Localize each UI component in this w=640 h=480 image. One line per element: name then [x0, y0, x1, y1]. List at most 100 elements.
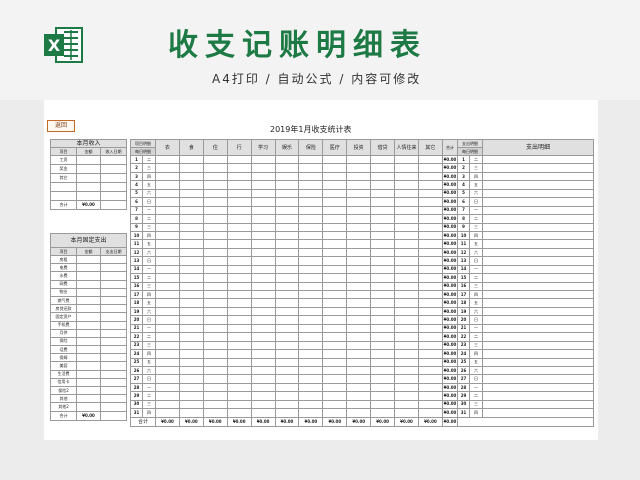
fixed-date-cell[interactable]: [99, 254, 128, 265]
fixed-amount-cell[interactable]: [76, 377, 101, 388]
expense-input-cell[interactable]: [322, 180, 348, 190]
expense-input-cell[interactable]: [202, 349, 228, 359]
expense-detail-cell[interactable]: [482, 340, 594, 351]
fixed-item-cell[interactable]: 房租: [50, 254, 77, 265]
expense-input-cell[interactable]: [322, 230, 348, 241]
expense-input-cell[interactable]: [202, 332, 228, 342]
expense-input-cell[interactable]: [370, 382, 396, 393]
expense-input-cell[interactable]: [178, 222, 204, 232]
fixed-amount-cell[interactable]: [76, 336, 101, 347]
expense-input-cell[interactable]: [250, 349, 276, 359]
expense-input-cell[interactable]: [346, 408, 372, 418]
expense-input-cell[interactable]: [274, 332, 300, 342]
expense-input-cell[interactable]: [202, 281, 228, 292]
expense-input-cell[interactable]: [178, 382, 204, 393]
fixed-item-cell[interactable]: 保险: [50, 336, 77, 347]
expense-input-cell[interactable]: [346, 315, 372, 325]
expense-input-cell[interactable]: [322, 399, 348, 410]
expense-input-cell[interactable]: [274, 289, 300, 300]
return-button[interactable]: 返回: [47, 120, 75, 132]
expense-input-cell[interactable]: [154, 289, 180, 300]
expense-input-cell[interactable]: [250, 323, 276, 334]
expense-input-cell[interactable]: [250, 163, 276, 173]
expense-input-cell[interactable]: [346, 205, 372, 216]
fixed-amount-cell[interactable]: [76, 369, 101, 379]
expense-input-cell[interactable]: [394, 188, 419, 199]
expense-input-cell[interactable]: [202, 273, 228, 283]
expense-input-cell[interactable]: [394, 154, 419, 165]
expense-input-cell[interactable]: [250, 374, 276, 384]
expense-input-cell[interactable]: [178, 205, 204, 216]
expense-input-cell[interactable]: [250, 239, 276, 249]
expense-input-cell[interactable]: [322, 349, 348, 359]
expense-input-cell[interactable]: [394, 247, 419, 258]
expense-input-cell[interactable]: [417, 315, 443, 325]
fixed-amount-cell[interactable]: [76, 312, 101, 322]
expense-input-cell[interactable]: [394, 332, 419, 342]
expense-input-cell[interactable]: [202, 197, 228, 207]
expense-input-cell[interactable]: [346, 365, 372, 376]
expense-input-cell[interactable]: [226, 399, 252, 410]
expense-input-cell[interactable]: [154, 239, 180, 249]
expense-input-cell[interactable]: [346, 222, 372, 232]
expense-input-cell[interactable]: [274, 382, 300, 393]
income-item-cell[interactable]: 工资: [50, 155, 77, 165]
expense-input-cell[interactable]: [417, 357, 443, 367]
expense-input-cell[interactable]: [154, 256, 180, 266]
expense-input-cell[interactable]: [346, 154, 372, 165]
expense-input-cell[interactable]: [322, 281, 348, 292]
expense-input-cell[interactable]: [202, 399, 228, 410]
expense-input-cell[interactable]: [250, 281, 276, 292]
fixed-date-cell[interactable]: [99, 328, 128, 338]
expense-input-cell[interactable]: [250, 197, 276, 207]
expense-input-cell[interactable]: [370, 163, 396, 173]
expense-input-cell[interactable]: [202, 298, 228, 308]
expense-input-cell[interactable]: [298, 306, 324, 317]
expense-input-cell[interactable]: [346, 281, 372, 292]
expense-input-cell[interactable]: [370, 399, 396, 410]
expense-input-cell[interactable]: [417, 188, 443, 199]
expense-input-cell[interactable]: [322, 222, 348, 232]
expense-detail-cell[interactable]: [482, 247, 594, 258]
fixed-item-cell[interactable]: 电费: [50, 263, 77, 273]
expense-input-cell[interactable]: [417, 171, 443, 182]
expense-input-cell[interactable]: [322, 214, 348, 224]
income-amount-cell[interactable]: [76, 191, 101, 201]
income-item-cell[interactable]: 其它: [50, 173, 77, 183]
expense-input-cell[interactable]: [346, 188, 372, 199]
expense-detail-cell[interactable]: [482, 349, 594, 359]
expense-input-cell[interactable]: [322, 391, 348, 401]
expense-detail-cell[interactable]: [482, 306, 594, 317]
expense-detail-cell[interactable]: [482, 222, 594, 232]
expense-detail-cell[interactable]: [482, 323, 594, 334]
expense-input-cell[interactable]: [417, 306, 443, 317]
expense-input-cell[interactable]: [417, 298, 443, 308]
fixed-item-cell[interactable]: 生活费: [50, 369, 77, 379]
expense-input-cell[interactable]: [298, 214, 324, 224]
expense-input-cell[interactable]: [178, 289, 204, 300]
expense-input-cell[interactable]: [178, 197, 204, 207]
expense-input-cell[interactable]: [250, 340, 276, 351]
income-amount-cell[interactable]: [76, 155, 101, 165]
fixed-item-cell[interactable]: 固定资产: [50, 312, 77, 322]
fixed-date-cell[interactable]: [99, 402, 128, 412]
expense-input-cell[interactable]: [226, 408, 252, 418]
expense-input-cell[interactable]: [394, 306, 419, 317]
expense-input-cell[interactable]: [178, 306, 204, 317]
expense-input-cell[interactable]: [178, 391, 204, 401]
expense-input-cell[interactable]: [394, 391, 419, 401]
expense-input-cell[interactable]: [298, 247, 324, 258]
expense-input-cell[interactable]: [154, 323, 180, 334]
expense-input-cell[interactable]: [322, 408, 348, 418]
expense-input-cell[interactable]: [346, 273, 372, 283]
expense-input-cell[interactable]: [346, 247, 372, 258]
expense-input-cell[interactable]: [394, 239, 419, 249]
expense-input-cell[interactable]: [202, 222, 228, 232]
expense-input-cell[interactable]: [298, 391, 324, 401]
expense-input-cell[interactable]: [178, 247, 204, 258]
expense-input-cell[interactable]: [417, 408, 443, 418]
expense-input-cell[interactable]: [394, 180, 419, 190]
expense-input-cell[interactable]: [322, 332, 348, 342]
expense-detail-cell[interactable]: [482, 154, 594, 165]
expense-input-cell[interactable]: [154, 374, 180, 384]
